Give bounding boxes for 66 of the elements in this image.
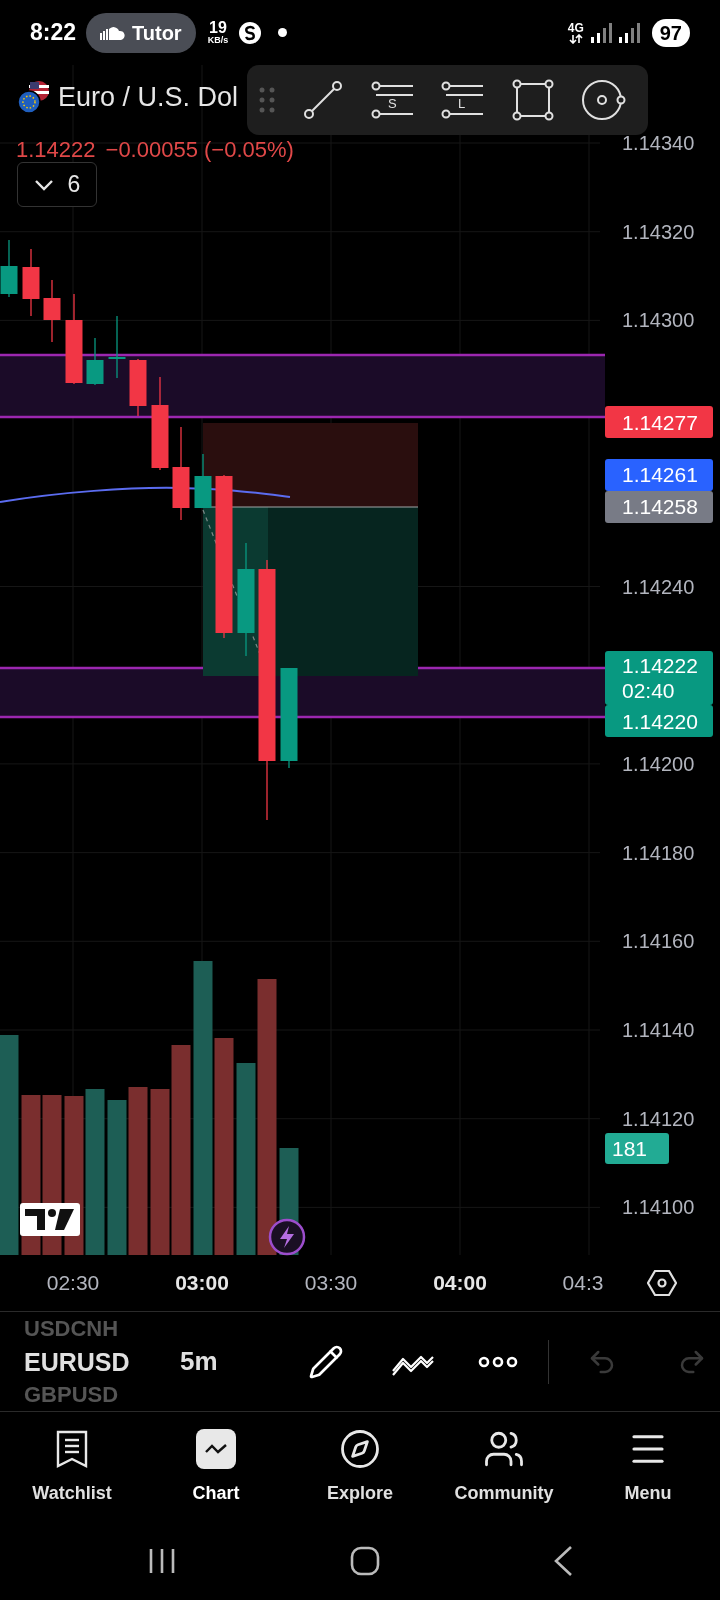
compass-icon bbox=[339, 1427, 381, 1470]
speed-unit: KB/s bbox=[207, 36, 229, 45]
price-label: 1.14258 bbox=[605, 490, 713, 523]
price-tick: 1.14320 bbox=[622, 219, 695, 244]
nav-tab[interactable]: Community bbox=[432, 1412, 576, 1522]
time-tick: 04:00 bbox=[433, 1271, 487, 1295]
candle bbox=[22, 248, 40, 317]
flags-icon bbox=[16, 79, 52, 116]
clock: 8:22 bbox=[30, 18, 77, 48]
rectangle-icon[interactable] bbox=[511, 78, 555, 122]
indicators-toggle[interactable]: 6 bbox=[17, 162, 97, 207]
speed-value: 19 bbox=[209, 20, 227, 36]
more-icon[interactable] bbox=[477, 1354, 518, 1369]
activity-pill: Tutor bbox=[86, 12, 196, 53]
data-arrows-icon bbox=[568, 33, 583, 44]
home-icon[interactable] bbox=[350, 1546, 380, 1576]
last-price: 1.14222 bbox=[16, 136, 96, 164]
time-tick: 02:30 bbox=[46, 1271, 100, 1295]
time-tick: 03:00 bbox=[175, 1271, 229, 1295]
time-tick: 04:3 bbox=[562, 1271, 604, 1295]
candle bbox=[108, 315, 126, 379]
cloud-icon bbox=[100, 25, 127, 40]
price-label: 1.14261 bbox=[605, 458, 713, 491]
price-tick: 1.14300 bbox=[622, 308, 695, 333]
price-tick: 1.14240 bbox=[622, 574, 695, 599]
price-label: 1.14277 bbox=[605, 406, 713, 439]
time-tick: 03:30 bbox=[304, 1271, 358, 1295]
settings-icon[interactable] bbox=[647, 1269, 677, 1297]
price-label: 1.14222 02:40 bbox=[605, 651, 713, 706]
price-tick: 1.14340 bbox=[622, 131, 695, 155]
candle bbox=[43, 279, 61, 343]
nav-tab[interactable]: Explore bbox=[288, 1412, 432, 1522]
candle bbox=[194, 453, 212, 509]
volume-label: 181 bbox=[605, 1133, 669, 1164]
price-tick: 1.14160 bbox=[622, 929, 695, 954]
nav-tab[interactable]: Watchlist bbox=[0, 1412, 144, 1522]
list-icon bbox=[56, 1429, 88, 1468]
candle bbox=[86, 337, 104, 386]
nav-tab[interactable]: Chart bbox=[144, 1412, 288, 1522]
dot-icon bbox=[278, 28, 288, 37]
drag-handle-icon[interactable] bbox=[259, 87, 275, 113]
candle bbox=[0, 239, 18, 298]
lightning-icon[interactable] bbox=[268, 1218, 306, 1256]
price-change: −0.00055 (−0.05%) bbox=[105, 136, 294, 164]
price-tick: 1.14180 bbox=[622, 840, 695, 865]
price-tick: 1.14200 bbox=[622, 751, 695, 776]
pencil-icon[interactable] bbox=[307, 1343, 344, 1380]
price-tick: 1.14120 bbox=[622, 1106, 695, 1131]
circle-icon[interactable] bbox=[581, 78, 627, 122]
back-icon[interactable] bbox=[553, 1545, 574, 1577]
current-symbol[interactable]: EURUSD bbox=[24, 1342, 170, 1381]
signal-icon bbox=[589, 22, 612, 43]
signal-icon bbox=[617, 22, 640, 43]
chevron-down-icon bbox=[33, 178, 54, 191]
price-tick: 1.14140 bbox=[622, 1018, 695, 1042]
parallel-lines-tool[interactable]: L bbox=[441, 78, 485, 122]
trend-line-icon[interactable] bbox=[301, 78, 345, 122]
symbol-name: Euro / U.S. Dol bbox=[58, 81, 239, 114]
nav-tab[interactable]: Menu bbox=[576, 1412, 720, 1522]
battery-level: 97 bbox=[651, 18, 690, 47]
price-tick: 1.14100 bbox=[622, 1195, 695, 1220]
interval-button[interactable]: 5m bbox=[180, 1342, 218, 1381]
parallel-lines-tool[interactable]: S bbox=[371, 78, 415, 122]
price-label: 1.14220 bbox=[605, 705, 713, 738]
s-circle-icon bbox=[238, 20, 263, 45]
network-type: 4G bbox=[567, 21, 584, 34]
